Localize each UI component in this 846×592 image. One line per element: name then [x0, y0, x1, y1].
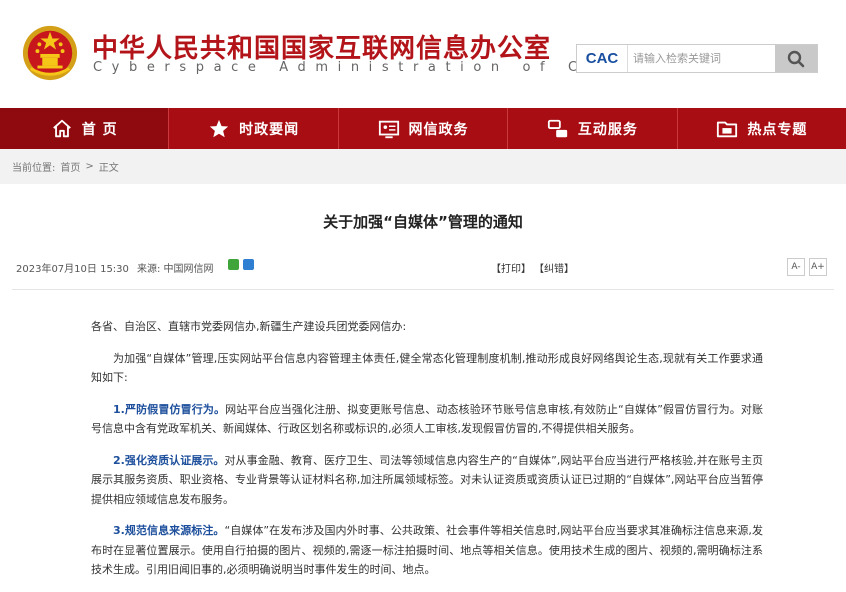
breadcrumb: 当前位置: 首页 > 正文 [0, 149, 846, 184]
nav-label: 互动服务 [577, 121, 638, 138]
star-icon [209, 119, 229, 137]
search-icon [787, 50, 805, 67]
section-paragraph: 1.严防假冒仿冒行为。网站平台应当强化注册、拟变更账号信息、动态核验环节账号信息… [91, 400, 763, 439]
article-meta: 2023年07月10日 15:30 来源: 中国网信网 【打印】 【纠错】 A-… [16, 258, 830, 276]
article-title: 关于加强“自媒体”管理的通知 [323, 213, 523, 231]
interaction-icon [547, 119, 568, 137]
section-paragraph: 3.规范信息来源标注。“自媒体”在发布涉及国内外时事、公共政策、社会事件等相关信… [91, 521, 763, 580]
folder-icon [717, 121, 738, 137]
section-heading: 1.严防假冒仿冒行为。 [113, 402, 226, 416]
nav-item-news[interactable]: 时政要闻 [168, 108, 337, 149]
report-error-link[interactable]: 【纠错】 [534, 260, 574, 275]
print-link[interactable]: 【打印】 [491, 260, 531, 275]
intro-paragraph: 为加强“自媒体”管理,压实网站平台信息内容管理主体责任,健全常态化管理制度机制,… [91, 351, 763, 385]
breadcrumb-current: 正文 [98, 163, 119, 174]
salutation: 各省、自治区、直辖市党委网信办,新疆生产建设兵团党委网信办: [91, 320, 407, 333]
search-button[interactable] [775, 45, 817, 72]
nav-label: 热点专题 [747, 121, 808, 138]
share-buttons [228, 259, 254, 270]
publish-date: 2023年07月10日 15:30 [16, 264, 129, 275]
article-body: 各省、自治区、直辖市党委网信办,新疆生产建设兵团党委网信办: 为加强“自媒体”管… [91, 317, 763, 592]
article-source: 来源: 中国网信网 [137, 264, 214, 275]
nav-item-topics[interactable]: 热点专题 [676, 108, 846, 149]
section-paragraph: 2.强化资质认证展示。对从事金融、教育、医疗卫生、司法等领域信息内容生产的“自媒… [91, 451, 763, 510]
breadcrumb-home-link[interactable]: 首页 [60, 159, 80, 174]
main-nav: 首 页 时政要闻 网信政务 互动服务 热点专题 [0, 108, 846, 149]
nav-label: 首 页 [81, 121, 118, 138]
nav-label: 时政要闻 [239, 121, 300, 138]
breadcrumb-prefix: 当前位置: [12, 163, 56, 174]
site-subtitle: Cyberspace Administration of China [93, 60, 654, 75]
nav-item-home[interactable]: 首 页 [0, 108, 169, 149]
search-box: CAC [576, 44, 818, 73]
section-heading: 3.规范信息来源标注。 [113, 524, 225, 537]
search-input[interactable] [629, 45, 779, 72]
cac-logo: CAC [577, 45, 628, 72]
nav-label: 网信政务 [408, 121, 469, 138]
home-icon [52, 119, 71, 137]
divider [12, 289, 834, 290]
font-decrease-button[interactable]: A- [787, 258, 805, 276]
nav-item-interaction[interactable]: 互动服务 [507, 108, 676, 149]
nav-item-government[interactable]: 网信政务 [337, 108, 507, 149]
breadcrumb-separator: > [85, 161, 94, 172]
site-header: 中华人民共和国国家互联网信息办公室 Cyberspace Administrat… [0, 0, 846, 108]
government-icon [378, 120, 399, 138]
font-increase-button[interactable]: A+ [809, 258, 827, 276]
section-heading: 2.强化资质认证展示。 [113, 453, 225, 467]
weibo-share-icon[interactable] [243, 259, 254, 270]
wechat-share-icon[interactable] [228, 259, 239, 270]
national-emblem-icon[interactable] [21, 24, 79, 82]
